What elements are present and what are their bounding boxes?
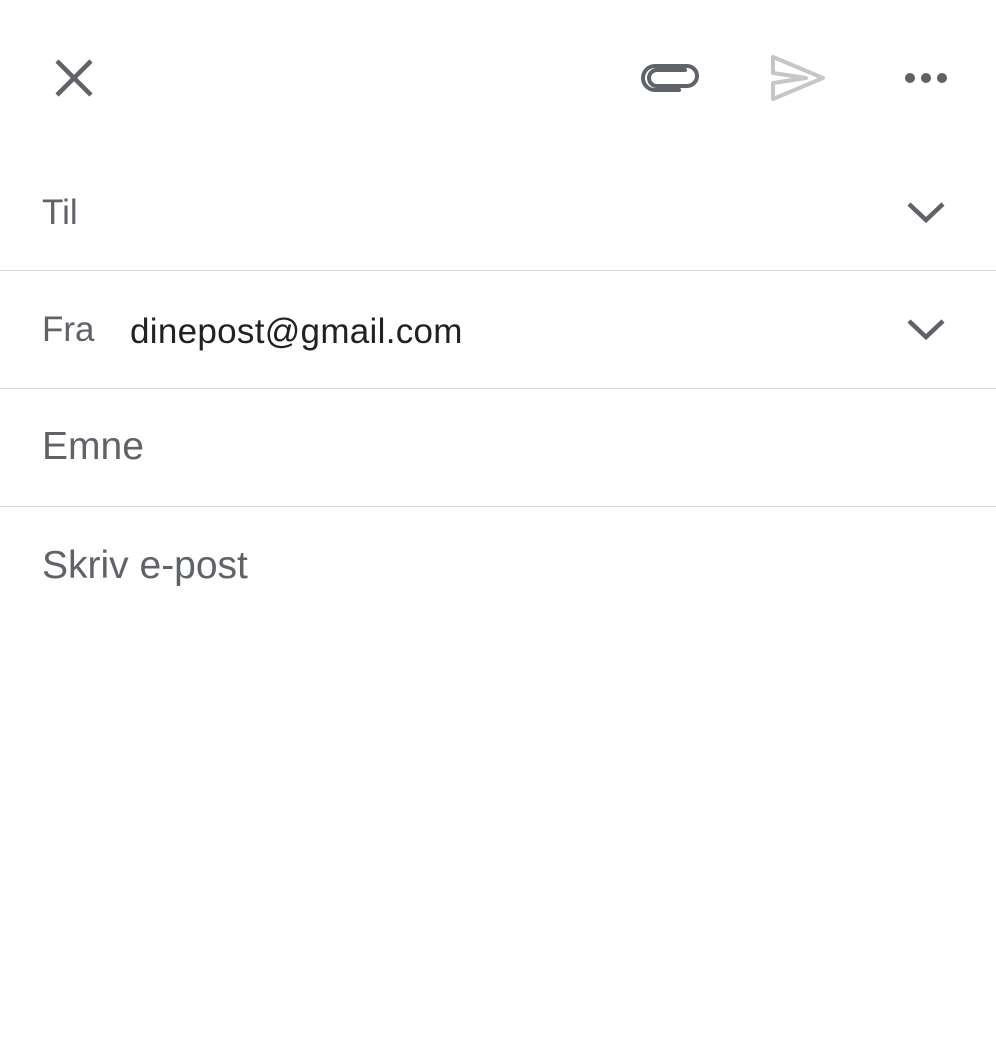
more-options-button[interactable] (890, 42, 962, 114)
from-email-value[interactable]: dinepost@gmail.com (130, 314, 463, 349)
from-row[interactable]: Fra dinepost@gmail.com (0, 271, 996, 389)
from-label: Fra (42, 310, 95, 349)
chevron-down-icon (907, 319, 945, 341)
send-icon (771, 55, 825, 101)
email-body-input[interactable] (42, 541, 942, 1001)
paperclip-icon (641, 64, 699, 92)
close-icon (55, 59, 93, 97)
to-label: Til (42, 193, 78, 232)
attach-button[interactable] (630, 42, 710, 114)
compose-toolbar (0, 0, 996, 155)
to-row[interactable]: Til (0, 155, 996, 271)
close-button[interactable] (38, 42, 110, 114)
more-horizontal-icon (905, 73, 947, 83)
body-row (0, 507, 996, 1041)
subject-input[interactable] (42, 423, 942, 471)
send-button[interactable] (758, 42, 838, 114)
from-expand-button[interactable] (900, 309, 952, 349)
chevron-down-icon (907, 202, 945, 224)
subject-row (0, 389, 996, 507)
to-expand-button[interactable] (900, 192, 952, 232)
